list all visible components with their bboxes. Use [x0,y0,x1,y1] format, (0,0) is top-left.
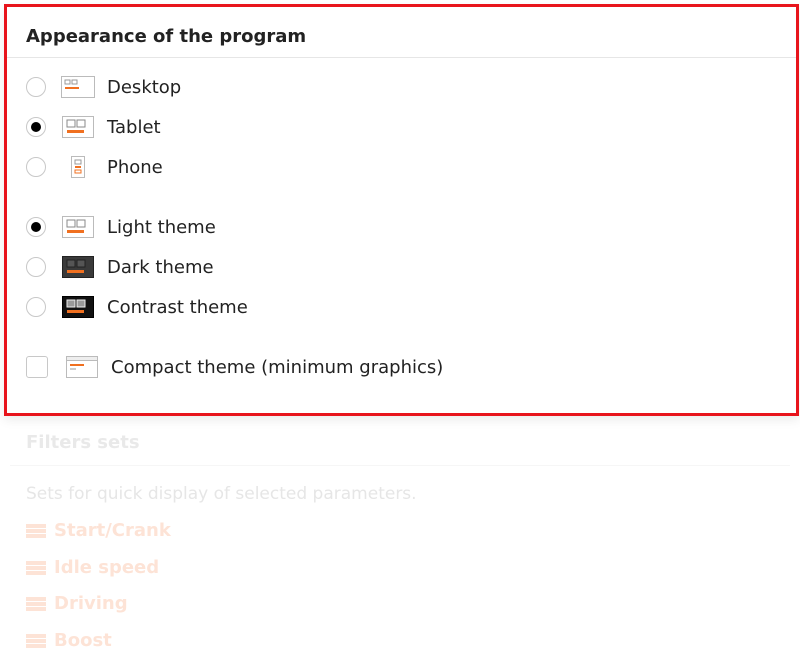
phone-layout-icon [60,156,96,178]
option-dark-theme[interactable]: Dark theme [26,253,214,281]
panel-title: Appearance of the program [26,26,307,47]
option-tablet[interactable]: Tablet [26,113,161,141]
filter-set-label: Boost [54,630,112,651]
contrast-theme-icon [60,296,96,318]
option-compact-theme[interactable]: Compact theme (minimum graphics) [26,353,443,381]
filter-set-icon [26,596,46,611]
contrast-theme-label: Contrast theme [107,296,248,318]
contrast-theme-radio[interactable] [26,297,46,317]
filters-sets-section: Filters sets Sets for quick display of s… [10,420,790,664]
dark-theme-label: Dark theme [107,256,214,278]
tablet-radio[interactable] [26,117,46,137]
desktop-radio[interactable] [26,77,46,97]
filter-set-link[interactable]: Boost [26,630,112,651]
filter-set-link[interactable]: Start/Crank [26,520,171,541]
option-contrast-theme[interactable]: Contrast theme [26,293,248,321]
divider [10,465,790,466]
filter-set-label: Start/Crank [54,520,171,541]
option-desktop[interactable]: Desktop [26,73,181,101]
filter-set-label: Idle speed [54,557,160,578]
divider [7,57,796,58]
filter-set-icon [26,523,46,538]
phone-radio[interactable] [26,157,46,177]
filters-title: Filters sets [26,432,140,453]
tablet-label: Tablet [107,116,161,138]
desktop-label: Desktop [107,76,182,98]
filter-set-icon [26,633,46,648]
filter-set-link[interactable]: Driving [26,593,128,614]
compact-theme-checkbox[interactable] [26,356,48,378]
filter-set-icon [26,560,46,575]
light-theme-label: Light theme [107,216,216,238]
compact-theme-label: Compact theme (minimum graphics) [111,356,444,378]
appearance-panel: Appearance of the program Desktop Tablet… [4,4,799,416]
light-theme-radio[interactable] [26,217,46,237]
radio-selected-dot [31,122,41,132]
option-phone[interactable]: Phone [26,153,163,181]
filter-set-label: Driving [54,593,128,614]
option-light-theme[interactable]: Light theme [26,213,216,241]
light-theme-icon [60,216,96,238]
compact-theme-icon [64,356,100,378]
dark-theme-radio[interactable] [26,257,46,277]
filters-description: Sets for quick display of selected param… [26,484,417,504]
dark-theme-icon [60,256,96,278]
phone-label: Phone [107,156,163,178]
filter-set-link[interactable]: Idle speed [26,557,159,578]
radio-selected-dot [31,222,41,232]
tablet-layout-icon [60,116,96,138]
desktop-layout-icon [60,76,96,98]
